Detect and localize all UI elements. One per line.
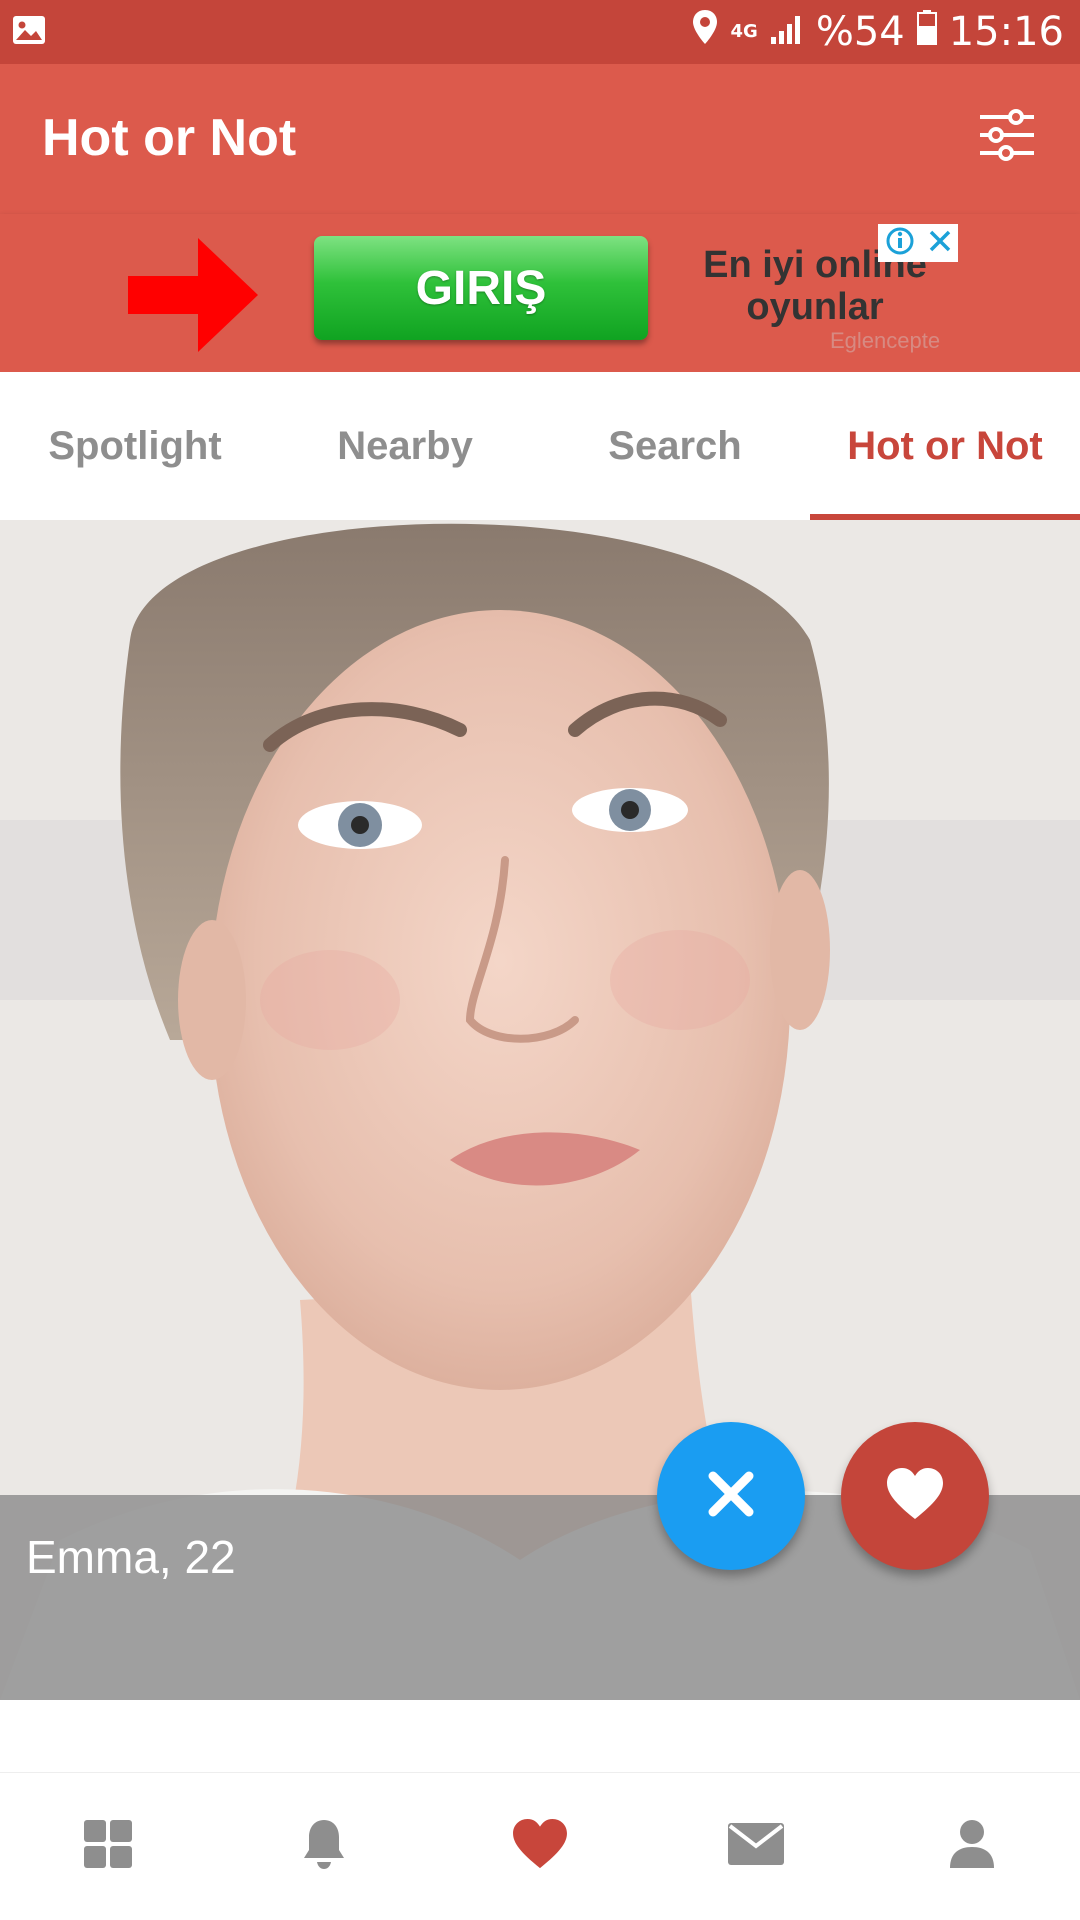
profile-card[interactable]: Emma, 22 <box>0 520 1080 1700</box>
tab-spotlight[interactable]: Spotlight <box>0 372 270 520</box>
nav-home[interactable] <box>0 1773 216 1920</box>
bottom-navigation <box>0 1772 1080 1920</box>
gallery-notification-icon <box>12 15 46 50</box>
ad-sponsor: Eglencepte <box>830 328 941 353</box>
arrow-right-icon <box>126 236 260 359</box>
ad-choices[interactable] <box>878 224 958 262</box>
like-button[interactable] <box>841 1422 989 1570</box>
grid-icon <box>83 1819 133 1874</box>
nav-notifications[interactable] <box>216 1773 432 1920</box>
heart-icon <box>885 1467 945 1526</box>
nav-messages[interactable] <box>648 1773 864 1920</box>
skip-button[interactable] <box>657 1422 805 1570</box>
battery-icon <box>916 9 937 55</box>
status-bar: 4G %54 15:16 <box>0 0 1080 64</box>
battery-percent: %54 <box>815 9 905 55</box>
heart-icon <box>511 1818 569 1875</box>
info-icon[interactable] <box>885 226 915 261</box>
mail-icon <box>727 1822 785 1871</box>
clock: 15:16 <box>948 9 1064 55</box>
ad-close-icon[interactable] <box>928 229 952 258</box>
tab-bar: Spotlight Nearby Search Hot or Not <box>0 372 1080 520</box>
person-icon <box>949 1819 995 1874</box>
profile-name-age: Emma, 22 <box>26 1531 236 1583</box>
tab-nearby[interactable]: Nearby <box>270 372 540 520</box>
tab-hot-or-not[interactable]: Hot or Not <box>810 372 1080 520</box>
sliders-icon <box>978 108 1036 166</box>
network-type: 4G <box>730 21 758 42</box>
app-title: Hot or Not <box>42 109 297 167</box>
ad-cta-button[interactable]: GIRIŞ <box>314 236 648 340</box>
app-bar: Hot or Not <box>0 64 1080 214</box>
tab-search[interactable]: Search <box>540 372 810 520</box>
nav-profile[interactable] <box>864 1773 1080 1920</box>
nav-hot-or-not[interactable] <box>432 1773 648 1920</box>
bell-icon <box>302 1818 346 1875</box>
close-icon <box>705 1468 757 1525</box>
filter-button[interactable] <box>974 104 1040 170</box>
location-icon <box>691 9 719 55</box>
signal-icon <box>770 9 804 55</box>
ad-banner[interactable]: GIRIŞ En iyi online oyunlar Eglencepte <box>0 214 1080 372</box>
